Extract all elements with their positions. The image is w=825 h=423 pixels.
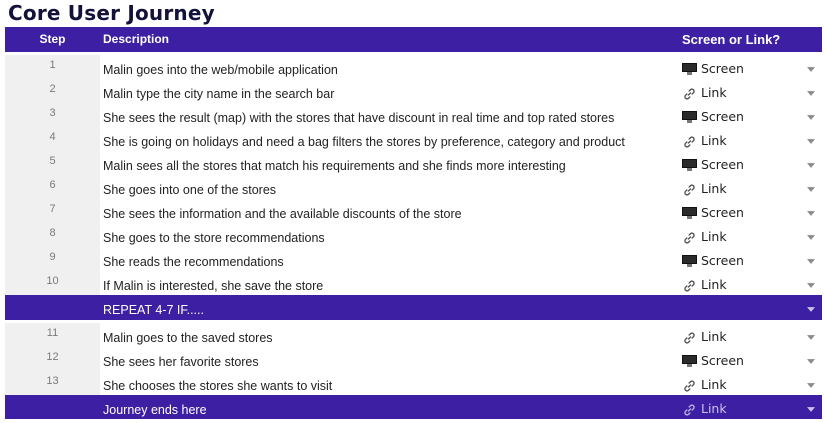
- description-cell[interactable]: She chooses the stores she wants to visi…: [103, 371, 678, 395]
- chevron-down-icon[interactable]: [806, 395, 816, 419]
- chevron-down-icon[interactable]: [806, 347, 816, 371]
- chevron-down-icon[interactable]: [806, 175, 816, 199]
- chevron-down-icon[interactable]: [806, 151, 816, 175]
- table-row: 2 Malin type the city name in the search …: [5, 79, 822, 103]
- chevron-down-icon[interactable]: [806, 223, 816, 247]
- screen-or-link-dropdown[interactable]: Link: [682, 79, 822, 103]
- description-cell[interactable]: She goes into one of the stores: [103, 175, 678, 199]
- step-number-cell[interactable]: 3: [5, 103, 100, 127]
- description-cell[interactable]: Malin type the city name in the search b…: [103, 79, 678, 103]
- description-cell[interactable]: She is going on holidays and need a bag …: [103, 127, 678, 151]
- description-cell[interactable]: Malin sees all the stores that match his…: [103, 151, 678, 175]
- chevron-down-icon[interactable]: [806, 199, 816, 223]
- screen-or-link-dropdown[interactable]: Screen: [682, 103, 822, 127]
- step-number-cell[interactable]: 13: [5, 371, 100, 395]
- chevron-down-icon[interactable]: [806, 55, 816, 79]
- description-cell[interactable]: Malin goes into the web/mobile applicati…: [103, 55, 678, 79]
- table-row: 3 She sees the result (map) with the stor…: [5, 103, 822, 127]
- repeat-banner-text[interactable]: REPEAT 4-7 IF.....: [103, 295, 678, 320]
- step-number-cell[interactable]: 6: [5, 175, 100, 199]
- journey-table: Step Description Screen or Link? 1 Malin …: [5, 27, 822, 419]
- chevron-down-icon[interactable]: [806, 371, 816, 395]
- chevron-down-icon[interactable]: [806, 295, 816, 320]
- description-cell[interactable]: She sees her favorite stores: [103, 347, 678, 371]
- desktop-computer-icon: [682, 63, 697, 75]
- table-row: 6 She goes into one of the stores Link: [5, 175, 822, 199]
- desktop-computer-icon: [682, 111, 697, 123]
- table-row: 11 Malin goes to the saved stores Link: [5, 323, 822, 347]
- description-cell[interactable]: She goes to the store recommendations: [103, 223, 678, 247]
- table-row: 5 Malin sees all the stores that match hi…: [5, 151, 822, 175]
- screen-or-link-dropdown[interactable]: Link: [682, 127, 822, 151]
- screen-or-link-dropdown[interactable]: Link: [682, 271, 822, 295]
- table-row: 7 She sees the information and the availa…: [5, 199, 822, 223]
- chevron-down-icon[interactable]: [806, 103, 816, 127]
- link-icon: [682, 395, 697, 423]
- chevron-down-icon[interactable]: [806, 247, 816, 271]
- step-number-cell[interactable]: 7: [5, 199, 100, 223]
- type-value: Link: [701, 401, 727, 416]
- table-row: 8 She goes to the store recommendations Li…: [5, 223, 822, 247]
- screen-or-link-dropdown[interactable]: Screen: [682, 151, 822, 175]
- screen-or-link-dropdown[interactable]: Link: [682, 223, 822, 247]
- chevron-down-icon[interactable]: [806, 127, 816, 151]
- desktop-computer-icon: [682, 207, 697, 219]
- table-body-after: 11 Malin goes to the saved stores Link 12 Sh…: [5, 323, 822, 395]
- header-description[interactable]: Description: [103, 27, 678, 52]
- journey-end-banner-row: Journey ends here Link: [5, 395, 822, 419]
- screen-or-link-dropdown[interactable]: Link: [682, 175, 822, 199]
- step-number-cell[interactable]: 2: [5, 79, 100, 103]
- table-row: 1 Malin goes into the web/mobile applicat…: [5, 55, 822, 79]
- description-cell[interactable]: She sees the result (map) with the store…: [103, 103, 678, 127]
- table-row: 13 She chooses the stores she wants to vi…: [5, 371, 822, 395]
- screen-or-link-dropdown[interactable]: Screen: [682, 199, 822, 223]
- step-number-cell[interactable]: 10: [5, 271, 100, 295]
- page-title: Core User Journey: [8, 1, 215, 25]
- banner-step-cell[interactable]: [5, 395, 100, 419]
- desktop-computer-icon: [682, 355, 697, 367]
- screen-or-link-dropdown[interactable]: [682, 295, 822, 320]
- table-body: 1 Malin goes into the web/mobile applicat…: [5, 55, 822, 295]
- screen-or-link-dropdown[interactable]: Screen: [682, 247, 822, 271]
- step-number-cell[interactable]: 8: [5, 223, 100, 247]
- description-cell[interactable]: She sees the information and the availab…: [103, 199, 678, 223]
- chevron-down-icon[interactable]: [806, 79, 816, 103]
- table-row: 4 She is going on holidays and need a bag…: [5, 127, 822, 151]
- screen-or-link-dropdown[interactable]: Link: [682, 395, 822, 419]
- header-screen-or-link[interactable]: Screen or Link?: [682, 27, 822, 52]
- table-row: 12 She sees her favorite stores Screen: [5, 347, 822, 371]
- screen-or-link-dropdown[interactable]: Link: [682, 371, 822, 395]
- desktop-computer-icon: [682, 255, 697, 267]
- step-number-cell[interactable]: 9: [5, 247, 100, 271]
- table-row: 10 If Malin is interested, she save the s…: [5, 271, 822, 295]
- journey-end-text[interactable]: Journey ends here: [103, 395, 678, 419]
- table-row: 9 She reads the recommendations Screen: [5, 247, 822, 271]
- step-number-cell[interactable]: 4: [5, 127, 100, 151]
- desktop-computer-icon: [682, 159, 697, 171]
- description-cell[interactable]: Malin goes to the saved stores: [103, 323, 678, 347]
- chevron-down-icon[interactable]: [806, 271, 816, 295]
- banner-step-cell[interactable]: [5, 295, 100, 320]
- screen-or-link-dropdown[interactable]: Screen: [682, 347, 822, 371]
- chevron-down-icon[interactable]: [806, 323, 816, 347]
- step-number-cell[interactable]: 1: [5, 55, 100, 79]
- screen-or-link-dropdown[interactable]: Screen: [682, 55, 822, 79]
- screen-or-link-dropdown[interactable]: Link: [682, 323, 822, 347]
- description-cell[interactable]: If Malin is interested, she save the sto…: [103, 271, 678, 295]
- table-header-row: Step Description Screen or Link?: [5, 27, 822, 52]
- repeat-banner-row: REPEAT 4-7 IF.....: [5, 295, 822, 320]
- step-number-cell[interactable]: 5: [5, 151, 100, 175]
- description-cell[interactable]: She reads the recommendations: [103, 247, 678, 271]
- step-number-cell[interactable]: 11: [5, 323, 100, 347]
- header-step[interactable]: Step: [5, 27, 100, 52]
- step-number-cell[interactable]: 12: [5, 347, 100, 371]
